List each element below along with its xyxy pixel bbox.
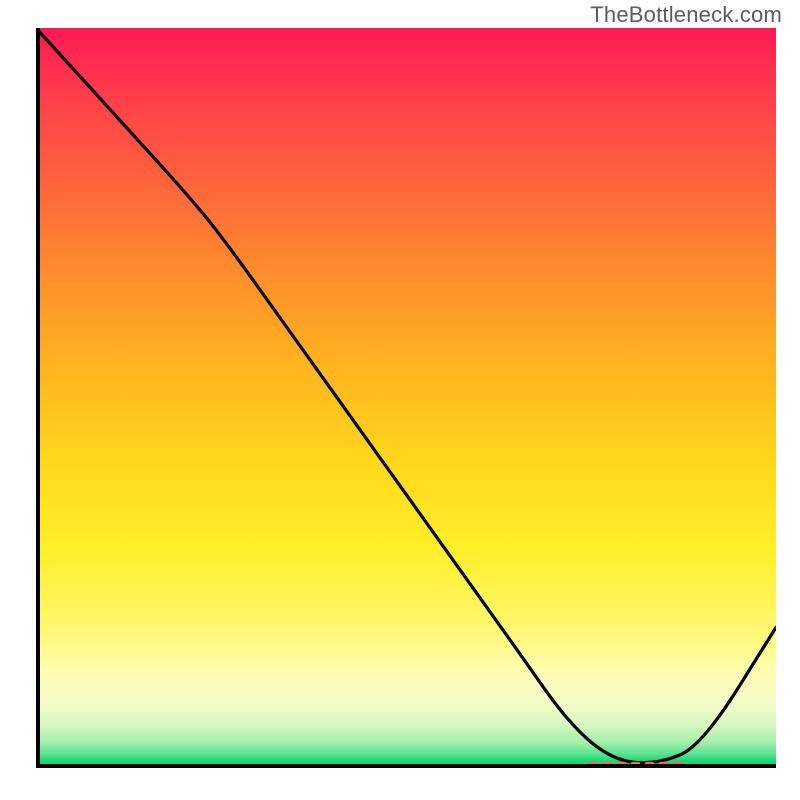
watermark-text: TheBottleneck.com xyxy=(590,2,782,28)
plot-area xyxy=(36,28,776,768)
bottleneck-curve-path xyxy=(36,28,776,763)
curve-layer xyxy=(36,28,776,768)
chart-container: TheBottleneck.com xyxy=(0,0,800,800)
